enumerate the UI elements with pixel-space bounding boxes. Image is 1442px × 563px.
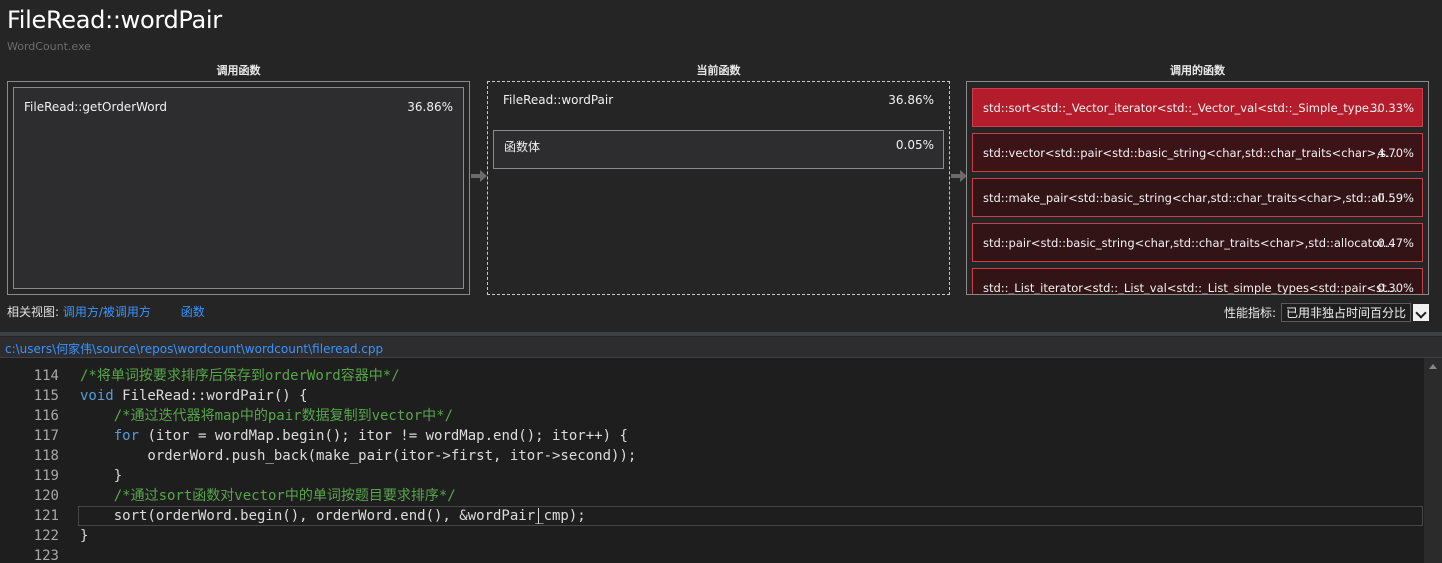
callees-panel: std::sort<std::_Vector_iterator<std::_Ve…	[966, 81, 1429, 295]
callee-pct: 0.30%	[1377, 281, 1414, 295]
caller-name: FileRead::getOrderWord	[24, 100, 167, 114]
code-line: 118 orderWord.push_back(make_pair(itor->…	[0, 446, 1424, 466]
line-number: 123	[33, 548, 59, 563]
current-name: FileRead::wordPair	[503, 93, 614, 107]
metric-dropdown[interactable]: 已用非独占时间百分比	[1280, 303, 1411, 322]
code-text: /*通过迭代器将map中的pair数据复制到vector中*/	[113, 408, 454, 424]
arrow-right-icon	[951, 170, 967, 182]
related-views: 相关视图: 调用方/被调用方 函数	[7, 303, 205, 320]
related-views-label: 相关视图:	[7, 305, 60, 319]
callee-pct: 4.70%	[1377, 146, 1414, 160]
code-text: /*将单词按要求排序后保存到orderWord容器中*/	[80, 368, 400, 384]
code-text: for (itor = wordMap.begin(); itor != wor…	[113, 428, 628, 444]
line-number: 116	[33, 408, 59, 424]
callee-item[interactable]: std::sort<std::_Vector_iterator<std::_Ve…	[972, 88, 1423, 127]
callers-panel: FileRead::getOrderWord 36.86%	[7, 81, 470, 295]
current-panel: FileRead::wordPair 36.86% 函数体 0.05%	[487, 81, 950, 295]
caller-item[interactable]: FileRead::getOrderWord 36.86%	[13, 87, 464, 289]
callee-pct: 0.59%	[1377, 191, 1414, 205]
function-body-item[interactable]: 函数体 0.05%	[493, 130, 944, 169]
code-line: 117 for (itor = wordMap.begin(); itor !=…	[0, 426, 1424, 446]
code-text: /*通过sort函数对vector中的单词按题目要求排序*/	[113, 488, 456, 504]
line-number: 121	[33, 508, 59, 524]
callee-name: std::sort<std::_Vector_iterator<std::_Ve…	[983, 101, 1380, 115]
text-caret	[538, 508, 539, 524]
callee-pct: 30.33%	[1370, 101, 1414, 115]
callee-item[interactable]: std::_List_iterator<std::_List_val<std::…	[972, 268, 1423, 295]
file-path-link[interactable]: c:\users\何家伟\source\repos\wordcount\word…	[5, 340, 383, 357]
callee-pct: 0.47%	[1377, 236, 1414, 250]
chevron-down-icon[interactable]	[1413, 304, 1429, 321]
code-line: 114 /*将单词按要求排序后保存到orderWord容器中*/	[0, 366, 1424, 386]
metric-selected-value: 已用非独占时间百分比	[1285, 306, 1406, 320]
line-number: 122	[33, 528, 59, 544]
function-body-label: 函数体	[504, 140, 541, 154]
callee-name: std::vector<std::pair<std::basic_string<…	[983, 146, 1397, 160]
code-text: void FileRead::wordPair() {	[80, 388, 308, 404]
caller-callee-link[interactable]: 调用方/被调用方	[63, 305, 151, 319]
scroll-up-icon[interactable]	[1429, 364, 1437, 369]
function-body-pct: 0.05%	[895, 138, 934, 152]
callee-name: std::_List_iterator<std::_List_val<std::…	[983, 281, 1398, 295]
code-line: 119 }	[0, 466, 1424, 486]
line-number: 118	[33, 448, 59, 464]
line-number: 119	[33, 468, 59, 484]
caller-callee-area: FileRead::wordPair WordCount.exe 调用函数 当前…	[0, 0, 1442, 333]
code-text: }	[80, 468, 123, 484]
code-text: }	[80, 528, 89, 544]
callers-heading: 调用函数	[216, 64, 261, 77]
module-name: WordCount.exe	[7, 40, 91, 53]
callee-item[interactable]: std::make_pair<std::basic_string<char,st…	[972, 178, 1423, 217]
code-line: 116 /*通过迭代器将map中的pair数据复制到vector中*/	[0, 406, 1424, 426]
profiler-function-view: FileRead::wordPair WordCount.exe 调用函数 当前…	[0, 0, 1442, 563]
functions-link[interactable]: 函数	[181, 305, 205, 319]
callee-item[interactable]: std::vector<std::pair<std::basic_string<…	[972, 133, 1423, 172]
callees-heading: 调用的函数	[1170, 64, 1225, 77]
current-pct: 36.86%	[888, 93, 934, 107]
pane-splitter[interactable]	[0, 332, 1442, 336]
code-line: 115 void FileRead::wordPair() {	[0, 386, 1424, 406]
line-number: 117	[33, 428, 59, 444]
vertical-scrollbar[interactable]	[1424, 358, 1442, 563]
line-number: 120	[33, 488, 59, 504]
line-number: 115	[33, 388, 59, 404]
code-line: 122}	[0, 526, 1424, 546]
callee-name: std::make_pair<std::basic_string<char,st…	[983, 191, 1396, 205]
current-line-highlight	[78, 506, 1423, 526]
arrow-right-icon	[471, 170, 487, 182]
code-line: 123	[0, 546, 1424, 563]
code-text: orderWord.push_back(make_pair(itor->firs…	[80, 448, 637, 464]
current-heading: 当前函数	[696, 64, 741, 77]
page-title: FileRead::wordPair	[7, 6, 222, 34]
code-line: 120 /*通过sort函数对vector中的单词按题目要求排序*/	[0, 486, 1424, 506]
metric-selector: 性能指标: 已用非独占时间百分比	[1224, 303, 1429, 322]
metric-label: 性能指标:	[1223, 306, 1276, 320]
line-number: 114	[33, 368, 59, 384]
file-path-bar: c:\users\何家伟\source\repos\wordcount\word…	[0, 337, 1442, 358]
callee-name: std::pair<std::basic_string<char,std::ch…	[983, 236, 1394, 250]
code-editor[interactable]: 114 /*将单词按要求排序后保存到orderWord容器中*/ 115 void F…	[0, 358, 1442, 563]
caller-pct: 36.86%	[407, 100, 453, 114]
callee-item[interactable]: std::pair<std::basic_string<char,std::ch…	[972, 223, 1423, 262]
